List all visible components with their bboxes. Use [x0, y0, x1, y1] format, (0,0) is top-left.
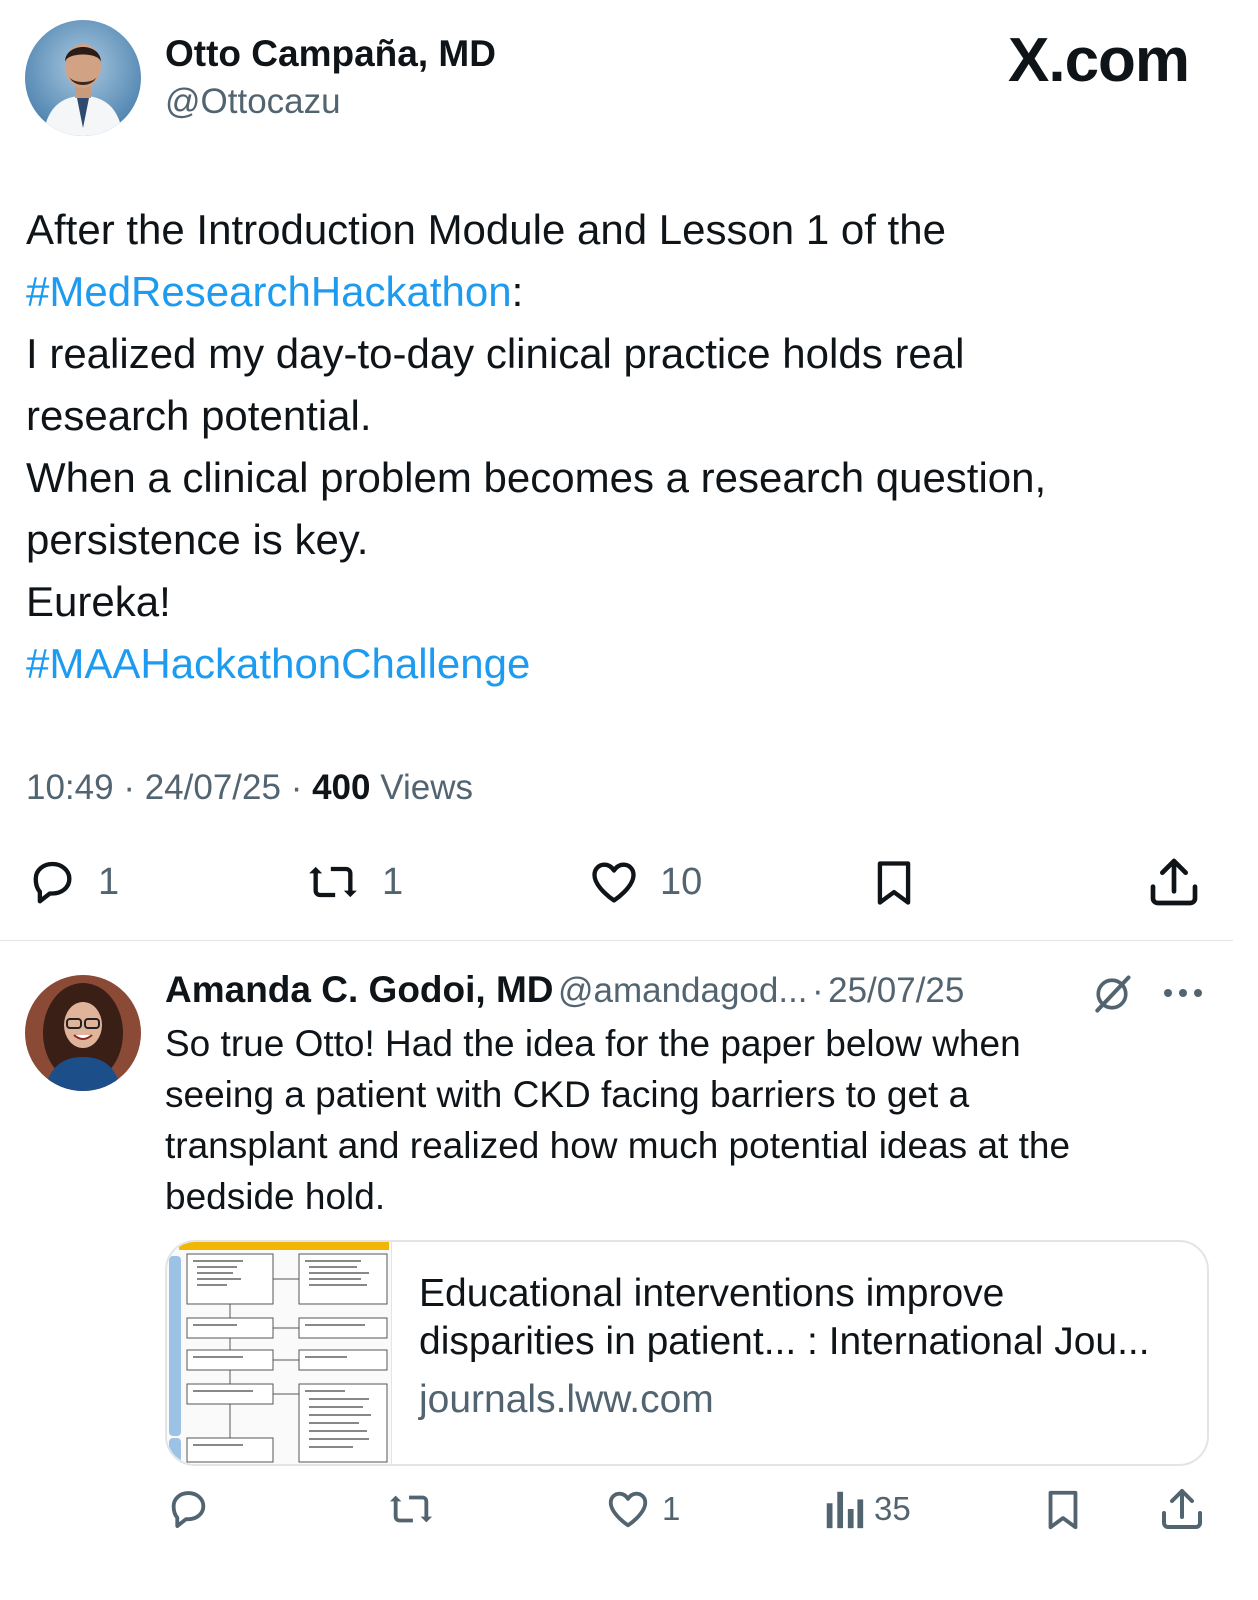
- views-icon: [826, 1491, 864, 1529]
- reply-count: 1: [98, 860, 120, 903]
- grok-icon: [1095, 975, 1131, 1013]
- reply-line: So true Otto! Had the idea for the paper…: [165, 1023, 1021, 1064]
- reply-line: bedside hold.: [165, 1176, 386, 1217]
- post-line: persistence is key.: [26, 516, 369, 563]
- reply-views-button[interactable]: 35: [824, 1486, 911, 1532]
- post-line: I realized my day-to-day clinical practi…: [26, 330, 965, 377]
- post-time[interactable]: 10:49: [26, 768, 114, 807]
- reply-reply-button[interactable]: [164, 1486, 222, 1532]
- reply-author-handle[interactable]: @amandagod...: [558, 971, 808, 1010]
- card-thumbnail: [167, 1242, 392, 1464]
- reply-bookmark-button[interactable]: [1040, 1484, 1086, 1541]
- post-date[interactable]: 24/07/25: [145, 768, 281, 807]
- reply-author-name[interactable]: Amanda C. Godoi, MD: [165, 969, 554, 1010]
- reply-repost-button[interactable]: [384, 1486, 448, 1532]
- post-line: When a clinical problem becomes a resear…: [26, 454, 1047, 501]
- card-title: Educational interventions improve dispar…: [419, 1272, 1150, 1363]
- link-card[interactable]: Educational interventions improve dispar…: [165, 1240, 1209, 1466]
- author-avatar[interactable]: [25, 20, 141, 136]
- reply-share-button[interactable]: [1158, 1484, 1206, 1539]
- grok-button[interactable]: [1090, 972, 1134, 1021]
- post-line: Eureka!: [26, 578, 171, 625]
- author-name[interactable]: Otto Campaña, MD: [165, 33, 496, 75]
- like-button[interactable]: 10: [586, 856, 702, 908]
- bookmark-icon: [1048, 1490, 1078, 1530]
- hashtag-link[interactable]: #MAAHackathonChallenge: [26, 640, 530, 687]
- reply-like-count: 1: [662, 1490, 681, 1527]
- comment-icon: [33, 861, 72, 904]
- share-icon: [1150, 858, 1198, 906]
- post-line: #MedResearchHackathon:: [26, 268, 524, 315]
- reply-button[interactable]: 1: [24, 856, 119, 908]
- more-icon: [1164, 989, 1202, 997]
- comment-icon: [171, 1491, 206, 1528]
- share-icon: [1162, 1489, 1202, 1529]
- bookmark-icon: [877, 861, 911, 905]
- heart-icon: [592, 862, 636, 903]
- card-domain: journals.lww.com: [419, 1378, 714, 1421]
- views-label: Views: [380, 768, 473, 807]
- post-meta: 10:49 · 24/07/25 · 400 Views: [26, 768, 473, 807]
- author-handle[interactable]: @Ottocazu: [165, 82, 341, 122]
- views-count: 400: [312, 768, 371, 807]
- like-count: 10: [660, 860, 703, 903]
- reply-like-button[interactable]: 1: [604, 1486, 680, 1532]
- reply-date[interactable]: 25/07/25: [828, 971, 964, 1010]
- more-button[interactable]: [1162, 978, 1204, 1013]
- x-logo: X.com: [1008, 26, 1190, 95]
- divider: [0, 940, 1233, 941]
- repost-button[interactable]: 1: [302, 856, 403, 908]
- post-line: After the Introduction Module and Lesson…: [26, 206, 946, 253]
- repost-icon: [309, 866, 357, 898]
- reply-views-count: 35: [874, 1490, 911, 1527]
- post-line: research potential.: [26, 392, 372, 439]
- share-button[interactable]: [1146, 854, 1202, 915]
- reply-line: seeing a patient with CKD facing barrier…: [165, 1074, 970, 1115]
- reply-text: So true Otto! Had the idea for the paper…: [165, 1018, 1070, 1222]
- repost-count: 1: [382, 860, 404, 903]
- repost-icon: [389, 1495, 433, 1523]
- reply-line: transplant and realized how much potenti…: [165, 1125, 1071, 1166]
- reply-author-avatar[interactable]: [25, 975, 141, 1091]
- post-text: After the Introduction Module and Lesson…: [26, 199, 1046, 695]
- bookmark-button[interactable]: [868, 854, 920, 917]
- reply-header: Amanda C. Godoi, MD @amandagod... · 25/0…: [165, 969, 965, 1010]
- post-line: #MAAHackathonChallenge: [26, 633, 1046, 695]
- heart-icon: [608, 1491, 648, 1528]
- hashtag-link[interactable]: #MedResearchHackathon: [26, 268, 512, 315]
